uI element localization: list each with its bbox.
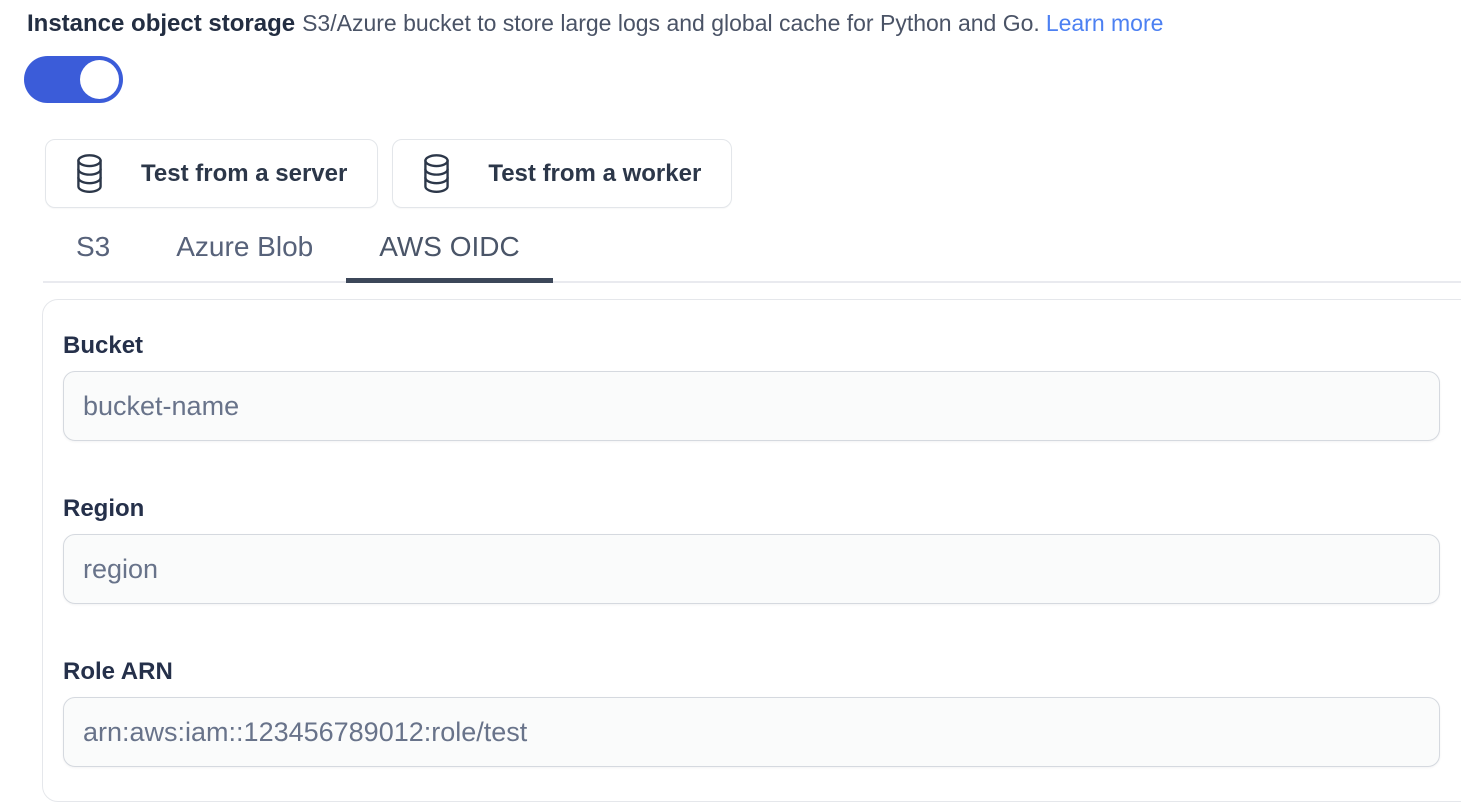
tab-s3[interactable]: S3 bbox=[43, 232, 143, 281]
bucket-label: Bucket bbox=[63, 333, 1440, 358]
database-icon bbox=[422, 154, 451, 193]
tab-azure-blob[interactable]: Azure Blob bbox=[143, 232, 346, 281]
role-arn-field-group: Role ARN bbox=[63, 659, 1440, 767]
region-field-group: Region bbox=[63, 496, 1440, 604]
test-buttons-row: Test from a server Test from a worker bbox=[45, 139, 1461, 208]
database-icon bbox=[75, 154, 104, 193]
learn-more-link[interactable]: Learn more bbox=[1046, 10, 1164, 36]
bucket-field-group: Bucket bbox=[63, 333, 1440, 441]
page-title: Instance object storage bbox=[27, 10, 295, 37]
test-from-worker-button[interactable]: Test from a worker bbox=[392, 139, 732, 208]
region-label: Region bbox=[63, 496, 1440, 521]
test-from-server-button[interactable]: Test from a server bbox=[45, 139, 378, 208]
storage-provider-tabs: S3 Azure Blob AWS OIDC bbox=[43, 232, 1461, 283]
role-arn-input[interactable] bbox=[63, 697, 1440, 767]
button-label: Test from a worker bbox=[488, 160, 701, 188]
aws-oidc-settings-card: Bucket Region Role ARN bbox=[42, 299, 1461, 802]
settings-page: Instance object storage S3/Azure bucket t… bbox=[0, 0, 1461, 802]
button-label: Test from a server bbox=[141, 160, 347, 188]
section-description: S3/Azure bucket to store large logs and … bbox=[302, 10, 1040, 36]
section-header: Instance object storage S3/Azure bucket t… bbox=[27, 8, 1461, 42]
role-arn-label: Role ARN bbox=[63, 659, 1440, 684]
region-input[interactable] bbox=[63, 534, 1440, 604]
bucket-input[interactable] bbox=[63, 371, 1440, 441]
tab-aws-oidc[interactable]: AWS OIDC bbox=[346, 232, 553, 283]
object-storage-toggle[interactable] bbox=[24, 56, 123, 103]
toggle-knob bbox=[80, 60, 119, 99]
